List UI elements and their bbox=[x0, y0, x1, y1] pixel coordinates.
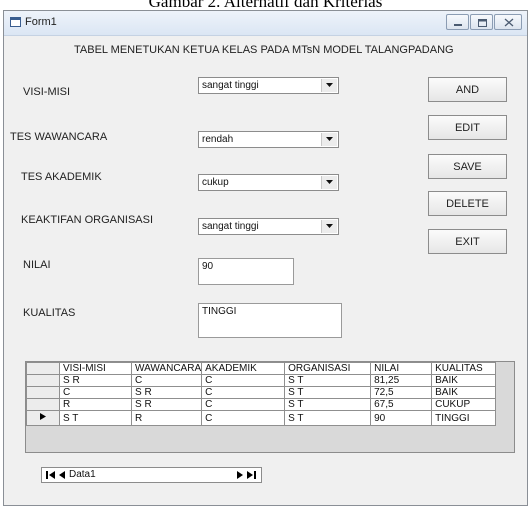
row-selector[interactable] bbox=[26, 374, 60, 387]
and-button[interactable]: AND bbox=[428, 77, 507, 102]
chevron-down-icon[interactable] bbox=[321, 220, 337, 233]
minimize-button[interactable] bbox=[446, 14, 469, 30]
table-cell[interactable]: S R bbox=[130, 386, 203, 399]
table-cell[interactable]: S T bbox=[59, 410, 132, 426]
maximize-button[interactable] bbox=[470, 14, 493, 30]
chevron-down-icon[interactable] bbox=[321, 79, 337, 92]
title-bar[interactable]: Form1 bbox=[4, 11, 527, 36]
next-record-icon[interactable] bbox=[234, 469, 245, 481]
table-row[interactable]: S R C C S T 81,25 BAIK bbox=[26, 374, 497, 387]
row-pointer-icon bbox=[40, 413, 46, 420]
organisasi-value: sangat tinggi bbox=[202, 221, 259, 232]
edit-button[interactable]: EDIT bbox=[428, 115, 507, 140]
table-cell[interactable]: C bbox=[201, 374, 286, 387]
form-window: Form1 TABEL MENETUKAN KETUA KELAS PADA M… bbox=[3, 10, 528, 506]
table-row[interactable]: S T R C S T 90 TINGGI bbox=[26, 410, 497, 426]
kualitas-field[interactable]: TINGGI bbox=[198, 303, 342, 338]
window-title: Form1 bbox=[25, 16, 57, 28]
column-header[interactable]: WAWANCARA bbox=[130, 362, 203, 375]
table-cell[interactable]: R bbox=[130, 410, 203, 426]
column-header[interactable]: NILAI bbox=[370, 362, 433, 375]
organisasi-select[interactable]: sangat tinggi bbox=[198, 218, 339, 235]
maximize-icon bbox=[478, 19, 487, 27]
table-cell[interactable]: 90 bbox=[370, 410, 433, 426]
kualitas-value: TINGGI bbox=[202, 306, 237, 317]
first-record-icon[interactable] bbox=[45, 469, 56, 481]
table-cell[interactable]: S R bbox=[59, 374, 132, 387]
table-cell[interactable]: C bbox=[130, 374, 203, 387]
table-cell[interactable]: S T bbox=[284, 386, 372, 399]
nilai-field[interactable]: 90 bbox=[198, 258, 294, 285]
close-icon bbox=[504, 18, 514, 27]
table-cell[interactable]: C bbox=[201, 386, 286, 399]
nilai-value: 90 bbox=[202, 261, 214, 272]
kualitas-label: KUALITAS bbox=[23, 307, 76, 319]
akademik-select[interactable]: cukup bbox=[198, 174, 339, 191]
form-heading: TABEL MENETUKAN KETUA KELAS PADA MTsN MO… bbox=[74, 44, 454, 56]
table-row[interactable]: C S R C S T 72,5 BAIK bbox=[26, 386, 497, 399]
table-cell[interactable]: BAIK bbox=[431, 374, 497, 387]
wawancara-value: rendah bbox=[202, 134, 234, 145]
table-cell[interactable]: 81,25 bbox=[370, 374, 433, 387]
table-cell[interactable]: 67,5 bbox=[370, 398, 433, 411]
table-cell[interactable]: R bbox=[59, 398, 132, 411]
table-cell[interactable]: S T bbox=[284, 410, 372, 426]
table-cell[interactable]: S T bbox=[284, 374, 372, 387]
row-selector[interactable] bbox=[26, 398, 60, 411]
akademik-value: cukup bbox=[202, 177, 229, 188]
visi-misi-value: sangat tinggi bbox=[202, 80, 259, 91]
grid-corner-cell bbox=[26, 362, 60, 375]
table-cell[interactable]: TINGGI bbox=[431, 410, 497, 426]
grid-header-row: VISI-MISI WAWANCARA AKADEMIK ORGANISASI … bbox=[26, 362, 497, 375]
app-icon bbox=[10, 17, 21, 27]
data-grid[interactable]: VISI-MISI WAWANCARA AKADEMIK ORGANISASI … bbox=[25, 361, 515, 453]
table-cell[interactable]: CUKUP bbox=[431, 398, 497, 411]
wawancara-select[interactable]: rendah bbox=[198, 131, 339, 148]
column-header[interactable]: AKADEMIK bbox=[201, 362, 286, 375]
data-navigator: Data1 bbox=[41, 467, 262, 483]
table-row[interactable]: R S R C S T 67,5 CUKUP bbox=[26, 398, 497, 411]
last-record-icon[interactable] bbox=[246, 469, 257, 481]
table-cell[interactable]: C bbox=[201, 398, 286, 411]
save-button[interactable]: SAVE bbox=[428, 154, 507, 179]
chevron-down-icon[interactable] bbox=[321, 176, 337, 189]
row-selector[interactable] bbox=[26, 386, 60, 399]
minimize-icon bbox=[454, 24, 462, 26]
chevron-down-icon[interactable] bbox=[321, 133, 337, 146]
close-button[interactable] bbox=[494, 14, 522, 30]
nilai-label: NILAI bbox=[23, 259, 51, 271]
visi-misi-select[interactable]: sangat tinggi bbox=[198, 77, 339, 94]
delete-button[interactable]: DELETE bbox=[428, 191, 507, 216]
column-header[interactable]: KUALITAS bbox=[431, 362, 497, 375]
table-cell[interactable]: S T bbox=[284, 398, 372, 411]
exit-button[interactable]: EXIT bbox=[428, 229, 507, 254]
row-selector[interactable] bbox=[26, 410, 60, 426]
grid-table: VISI-MISI WAWANCARA AKADEMIK ORGANISASI … bbox=[26, 362, 497, 426]
akademik-label: TES AKADEMIK bbox=[21, 171, 102, 183]
column-header[interactable]: ORGANISASI bbox=[284, 362, 372, 375]
column-header[interactable]: VISI-MISI bbox=[59, 362, 132, 375]
navigator-caption: Data1 bbox=[69, 469, 96, 480]
table-cell[interactable]: BAIK bbox=[431, 386, 497, 399]
visi-misi-label: VISI-MISI bbox=[23, 86, 71, 98]
table-cell[interactable]: C bbox=[59, 386, 132, 399]
table-cell[interactable]: S R bbox=[130, 398, 203, 411]
wawancara-label: TES WAWANCARA bbox=[10, 131, 108, 143]
table-cell[interactable]: C bbox=[201, 410, 286, 426]
organisasi-label: KEAKTIFAN ORGANISASI bbox=[21, 214, 154, 226]
prev-record-icon[interactable] bbox=[57, 469, 68, 481]
table-cell[interactable]: 72,5 bbox=[370, 386, 433, 399]
